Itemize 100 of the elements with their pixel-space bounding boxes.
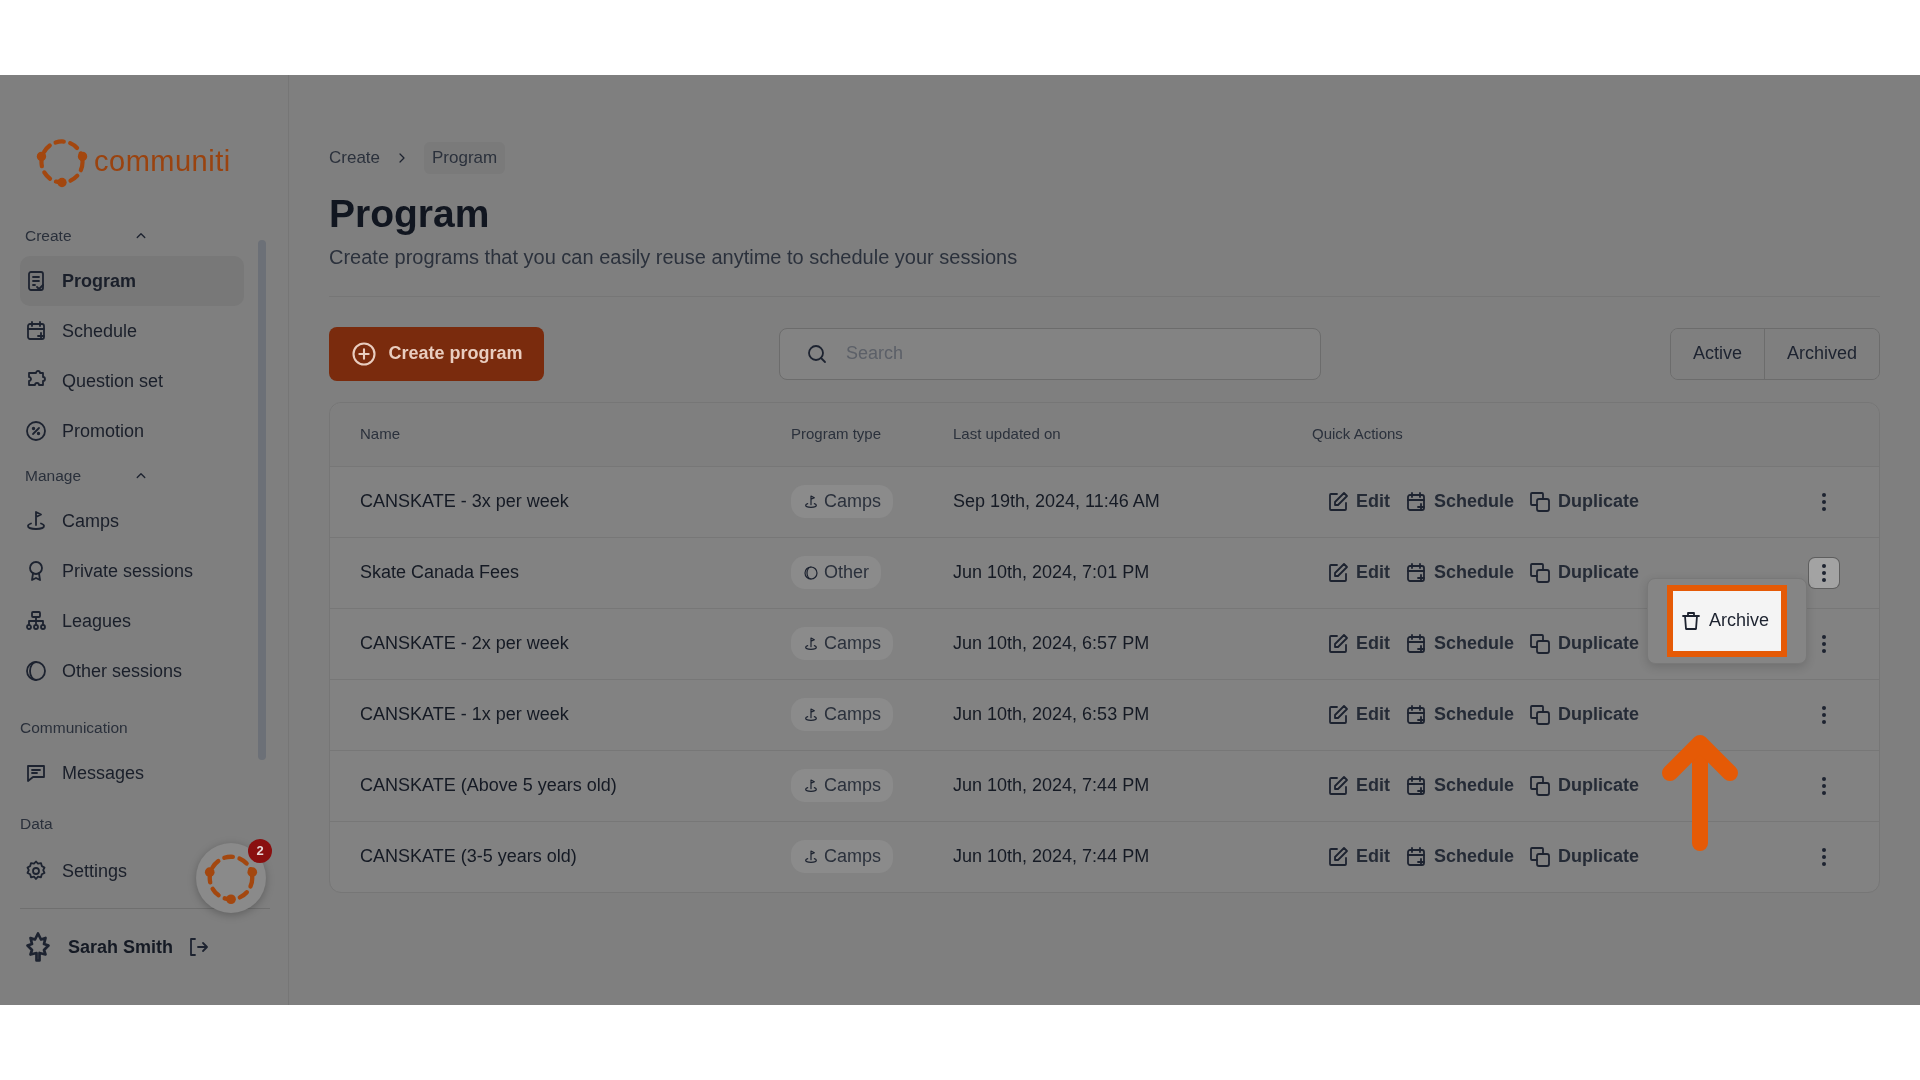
sidebar-item[interactable]: Schedule — [20, 306, 244, 356]
copy-icon — [1528, 489, 1553, 514]
section-title: Data — [20, 814, 53, 835]
settings-item[interactable]: Settings — [20, 846, 134, 896]
sidebar-item[interactable]: Leagues — [20, 596, 244, 646]
edit-icon — [1326, 631, 1350, 656]
flag-icon — [24, 509, 48, 533]
type-badge: Camps — [791, 627, 893, 661]
duplicate-button[interactable]: Duplicate — [1528, 772, 1640, 800]
edit-icon — [1326, 489, 1350, 514]
kebab-icon — [1822, 634, 1826, 653]
table-cell-text: Jun 10th, 2024, 6:57 PM — [953, 632, 1151, 656]
percent-icon — [24, 419, 48, 443]
edit-icon — [1326, 844, 1350, 869]
calendar-plus-icon — [1404, 773, 1428, 798]
kebab-icon — [1822, 705, 1826, 724]
table-cell-text: CANSKATE (Above 5 years old) — [360, 774, 618, 798]
sidebar-item[interactable]: Question set — [20, 356, 244, 406]
table-cell-text: CANSKATE - 3x per week — [360, 490, 570, 514]
sidebar-item[interactable]: Messages — [20, 748, 244, 798]
schedule-button[interactable]: Schedule — [1404, 772, 1515, 800]
copy-icon — [1528, 702, 1553, 727]
type-badge: Camps — [791, 698, 893, 732]
edit-button[interactable]: Edit — [1326, 630, 1390, 658]
edit-icon — [1326, 560, 1350, 585]
page-title: Program — [329, 193, 491, 236]
table-cell-text: Jun 10th, 2024, 7:44 PM — [953, 845, 1151, 869]
duplicate-button[interactable]: Duplicate — [1528, 843, 1640, 871]
table-cell-text: Jun 10th, 2024, 7:44 PM — [953, 774, 1151, 798]
section-title: Manage — [25, 466, 81, 487]
table-cell-text: CANSKATE - 2x per week — [360, 632, 570, 656]
duplicate-button[interactable]: Duplicate — [1528, 488, 1640, 516]
edit-button[interactable]: Edit — [1326, 701, 1390, 729]
kebab-icon — [1822, 492, 1826, 511]
schedule-button[interactable]: Schedule — [1404, 630, 1515, 658]
type-badge: Camps — [791, 769, 893, 803]
copy-icon — [1528, 631, 1553, 656]
calendar-plus-icon — [1404, 560, 1428, 585]
chat-widget-button[interactable] — [196, 843, 266, 913]
copy-icon — [1528, 560, 1553, 585]
table-cell-text: Sep 19th, 2024, 11:46 AM — [953, 490, 1161, 514]
kebab-icon — [1822, 847, 1826, 866]
hierarchy-icon — [24, 609, 48, 633]
edit-icon — [1326, 702, 1350, 727]
half-circle-icon — [803, 564, 819, 581]
duplicate-button[interactable]: Duplicate — [1528, 630, 1640, 658]
logo-text: communiti — [94, 147, 231, 176]
type-badge: Camps — [791, 840, 893, 874]
sidebar-item[interactable]: Private sessions — [20, 546, 244, 596]
create-program-button[interactable]: Create program — [329, 326, 544, 381]
kebab-icon — [1822, 563, 1826, 582]
notification-badge: 2 — [248, 839, 272, 863]
type-badge: Other — [791, 556, 882, 590]
sidebar-item[interactable]: Program — [20, 256, 244, 306]
edit-button[interactable]: Edit — [1326, 772, 1390, 800]
edit-icon — [1326, 773, 1350, 798]
calendar-plus-icon — [1404, 702, 1428, 727]
table-cell-text: Skate Canada Fees — [360, 561, 521, 585]
calendar-plus-icon — [1404, 844, 1428, 869]
calendar-plus-icon — [1404, 489, 1428, 514]
sidebar-item[interactable]: Camps — [20, 496, 244, 546]
edit-button[interactable]: Edit — [1326, 559, 1390, 587]
settings-icon — [24, 859, 48, 883]
section-title: Communication — [20, 718, 128, 739]
column-header: Name — [360, 424, 401, 445]
copy-icon — [1528, 773, 1553, 798]
section-title: Create — [25, 226, 72, 247]
table-cell-text: Jun 10th, 2024, 7:01 PM — [953, 561, 1151, 585]
flag-icon — [803, 777, 819, 794]
flag-icon — [803, 706, 819, 723]
calendar-plus-icon — [1404, 631, 1428, 656]
breadcrumb-link[interactable]: Create — [329, 145, 381, 171]
schedule-button[interactable]: Schedule — [1404, 843, 1515, 871]
table-cell-text: Jun 10th, 2024, 6:53 PM — [953, 703, 1151, 727]
calendar-plus-icon — [24, 319, 48, 343]
table-cell-text: CANSKATE - 1x per week — [360, 703, 570, 727]
duplicate-button[interactable]: Duplicate — [1528, 559, 1640, 587]
column-header: Last updated on — [953, 424, 1062, 445]
copy-icon — [1528, 844, 1553, 869]
user-name: Sarah Smith — [68, 935, 174, 959]
type-badge: Camps — [791, 485, 893, 519]
flag-icon — [803, 493, 819, 510]
edit-button[interactable]: Edit — [1326, 488, 1390, 516]
filter-tab[interactable]: Archived — [1763, 328, 1879, 379]
schedule-button[interactable]: Schedule — [1404, 559, 1515, 587]
schedule-button[interactable]: Schedule — [1404, 488, 1515, 516]
flag-icon — [803, 848, 819, 865]
half-circle-icon — [24, 659, 48, 683]
flag-icon — [803, 635, 819, 652]
kebab-icon — [1822, 776, 1826, 795]
edit-button[interactable]: Edit — [1326, 843, 1390, 871]
more-options-button[interactable] — [1809, 557, 1839, 588]
breadcrumb-link[interactable]: Program — [424, 142, 506, 174]
column-header: Quick Actions — [1312, 424, 1404, 445]
archive-menu-item[interactable]: Archive — [1667, 584, 1787, 657]
sidebar-item[interactable]: Promotion — [20, 406, 244, 456]
sidebar-item[interactable]: Other sessions — [20, 646, 244, 696]
page-subtitle: Create programs that you can easily reuse anytime to schedule your sessions — [329, 244, 1019, 270]
duplicate-button[interactable]: Duplicate — [1528, 701, 1640, 729]
schedule-button[interactable]: Schedule — [1404, 701, 1515, 729]
